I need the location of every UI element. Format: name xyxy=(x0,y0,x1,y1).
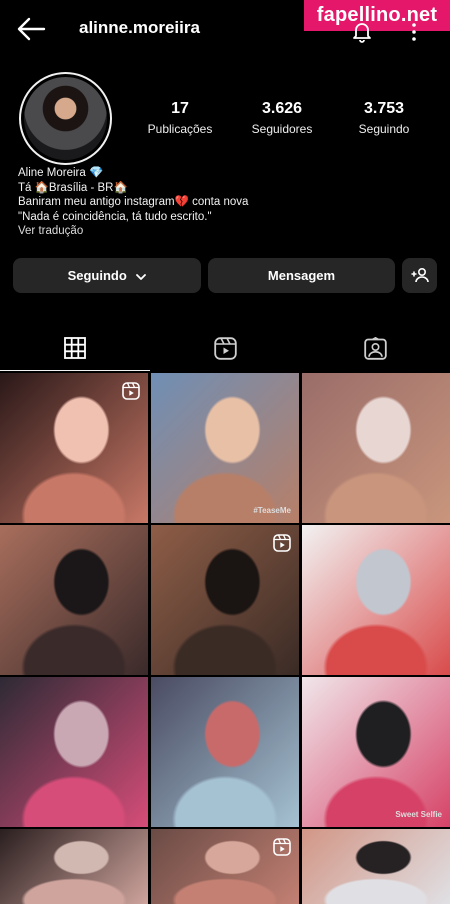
tab-reels[interactable] xyxy=(150,325,300,371)
bio-name: Aline Moreira 💎 xyxy=(18,167,104,179)
following-button[interactable]: Seguindo xyxy=(13,258,201,293)
tagged-icon xyxy=(363,336,387,360)
post-thumbnail[interactable]: #TeaseMe xyxy=(151,373,299,523)
grid-icon xyxy=(64,336,86,359)
message-button-label: Mensagem xyxy=(267,268,336,283)
bell-icon[interactable] xyxy=(350,20,374,44)
following-label: Seguindo xyxy=(358,122,410,136)
bio-line: Baniram meu antigo instagram💔 conta nova xyxy=(18,196,249,208)
stat-followers[interactable]: 3.626 Seguidores xyxy=(237,100,327,136)
profile-tabs xyxy=(0,325,450,371)
reel-badge-icon xyxy=(122,382,140,400)
post-thumbnail[interactable] xyxy=(0,829,148,904)
avatar-image xyxy=(24,77,107,160)
following-count: 3.753 xyxy=(363,100,405,117)
stat-following[interactable]: 3.753 Seguindo xyxy=(339,100,429,136)
add-user-icon xyxy=(411,267,429,283)
bio-location: Tá 🏠Brasília - BR🏠 xyxy=(18,181,128,194)
reel-badge-icon xyxy=(273,534,291,552)
post-thumbnail[interactable] xyxy=(302,373,450,523)
post-thumbnail[interactable]: Sweet Selfie xyxy=(302,677,450,827)
post-thumbnail[interactable] xyxy=(302,829,450,904)
profile-bio: Aline Moreira 💎 Tá 🏠Brasília - BR🏠 Banir… xyxy=(18,166,248,239)
post-caption-overlay: Sweet Selfie xyxy=(395,810,442,819)
following-button-label: Seguindo xyxy=(67,268,127,283)
followers-count: 3.626 xyxy=(261,100,303,117)
profile-username: alinne.moreiira xyxy=(79,18,200,37)
reel-badge-icon xyxy=(273,838,291,856)
tab-tagged[interactable] xyxy=(300,325,450,371)
top-bar: alinne.moreiira xyxy=(0,0,450,60)
post-thumbnail[interactable] xyxy=(302,525,450,675)
followers-label: Seguidores xyxy=(251,122,313,136)
chevron-down-icon xyxy=(136,273,147,280)
post-thumbnail[interactable] xyxy=(151,677,299,827)
post-thumbnail[interactable] xyxy=(0,677,148,827)
post-thumbnail[interactable] xyxy=(0,525,148,675)
post-caption-overlay: #TeaseMe xyxy=(253,506,291,515)
reels-icon xyxy=(213,336,237,360)
stat-posts: 17 Publicações xyxy=(135,100,225,136)
bio-quote: "Nada é coincidência, tá tudo escrito." xyxy=(18,210,212,223)
posts-count: 17 xyxy=(171,100,189,117)
tab-posts-grid[interactable] xyxy=(0,325,150,371)
see-translation-link[interactable]: Ver tradução xyxy=(18,224,248,239)
more-icon[interactable] xyxy=(408,22,420,42)
post-thumbnail[interactable] xyxy=(151,525,299,675)
back-arrow-icon[interactable] xyxy=(16,16,46,42)
posts-label: Publicações xyxy=(147,122,213,136)
profile-avatar[interactable] xyxy=(19,72,112,165)
post-thumbnail[interactable] xyxy=(0,373,148,523)
message-button[interactable]: Mensagem xyxy=(208,258,395,293)
suggest-people-button[interactable] xyxy=(402,258,437,293)
post-thumbnail[interactable] xyxy=(151,829,299,904)
